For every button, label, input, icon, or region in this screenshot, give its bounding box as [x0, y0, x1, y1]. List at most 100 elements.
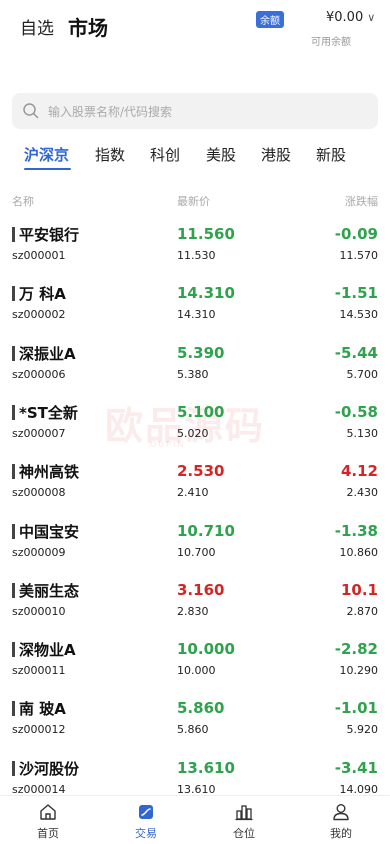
stock-prev-price: 2.410 — [177, 486, 209, 499]
stock-row[interactable]: 神州高铁 sz000008 2.530 2.410 4.12 2.430 — [0, 459, 390, 518]
stock-price: 10.000 — [177, 640, 235, 658]
stock-row[interactable]: 深物业A sz000011 10.000 10.000 -2.82 10.290 — [0, 637, 390, 696]
stock-high: 11.570 — [339, 249, 379, 262]
tabbar-home-label: 首页 — [37, 827, 59, 840]
tabbar-home[interactable]: 首页 — [18, 796, 78, 844]
stock-high: 10.290 — [339, 664, 379, 677]
stock-name: 深物业A — [19, 641, 76, 659]
stock-row[interactable]: 万 科A sz000002 14.310 14.310 -1.51 14.530 — [0, 281, 390, 340]
stock-code: sz000002 — [12, 308, 66, 321]
stock-prev-price: 11.530 — [177, 249, 216, 262]
stock-change: -1.01 — [334, 699, 378, 717]
stock-code: sz000010 — [12, 605, 66, 618]
search-placeholder: 输入股票名称/代码搜索 — [48, 105, 173, 119]
stock-change: -3.41 — [334, 759, 378, 777]
stock-code: sz000011 — [12, 664, 66, 677]
stock-name: 神州高铁 — [19, 463, 80, 481]
tab-new-stocks[interactable]: 新股 — [316, 144, 346, 165]
stock-prev-price: 10.000 — [177, 664, 216, 677]
row-marker — [12, 286, 15, 301]
stock-price: 10.710 — [177, 522, 235, 540]
stock-change: -5.44 — [334, 344, 378, 362]
stock-price: 5.100 — [177, 403, 225, 421]
stock-high: 5.920 — [346, 723, 379, 736]
stock-name: 南 玻A — [19, 700, 66, 718]
stock-price: 14.310 — [177, 284, 235, 302]
row-marker — [12, 227, 15, 242]
row-marker — [12, 346, 15, 361]
stock-high: 2.430 — [346, 486, 379, 499]
stock-name: *ST全新 — [19, 404, 78, 422]
stock-prev-price: 14.310 — [177, 308, 216, 321]
stock-prev-price: 5.020 — [177, 427, 209, 440]
balance-value: ¥0.00 — [326, 10, 364, 25]
stock-code: sz000001 — [12, 249, 66, 262]
tab-us-stocks[interactable]: 美股 — [206, 144, 236, 165]
stock-price: 13.610 — [177, 759, 235, 777]
stock-price: 5.390 — [177, 344, 225, 362]
trade-icon — [139, 805, 153, 819]
market-tabs: 沪深京 指数 科创 美股 港股 新股 — [0, 144, 390, 174]
stock-high: 14.530 — [339, 308, 379, 321]
stock-code: sz000009 — [12, 546, 66, 559]
tab-star-market[interactable]: 科创 — [150, 144, 180, 165]
tab-index[interactable]: 指数 — [95, 144, 125, 165]
stock-change: 4.12 — [340, 462, 378, 480]
tab-market[interactable]: 市场 — [68, 12, 108, 41]
tabbar-position[interactable]: 仓位 — [214, 796, 274, 844]
tabbar-profile[interactable]: 我的 — [311, 796, 371, 844]
stock-row[interactable]: 南 玻A sz000012 5.860 5.860 -1.01 5.920 — [0, 696, 390, 755]
row-marker — [12, 701, 15, 716]
stock-high: 10.860 — [339, 546, 379, 559]
active-tab-indicator — [24, 168, 71, 170]
stock-high: 5.130 — [346, 427, 379, 440]
balance-amount[interactable]: ¥0.00 ∨ — [326, 10, 375, 25]
tab-hushenjing[interactable]: 沪深京 — [24, 144, 69, 165]
stock-row[interactable]: 平安银行 sz000001 11.560 11.530 -0.09 11.570 — [0, 222, 390, 281]
stock-price: 2.530 — [177, 462, 225, 480]
search-icon — [23, 103, 39, 119]
row-marker — [12, 464, 15, 479]
chevron-down-icon: ∨ — [367, 11, 376, 24]
tabbar-trade[interactable]: 交易 — [116, 796, 176, 844]
stock-name: 美丽生态 — [19, 582, 80, 600]
stock-price: 3.160 — [177, 581, 225, 599]
search-input[interactable]: 输入股票名称/代码搜索 — [12, 93, 378, 129]
stock-name: 平安银行 — [19, 226, 80, 244]
row-marker — [12, 405, 15, 420]
stock-row[interactable]: *ST全新 sz000007 5.100 5.020 -0.58 5.130 — [0, 400, 390, 459]
stock-prev-price: 2.830 — [177, 605, 209, 618]
tab-hk-stocks[interactable]: 港股 — [261, 144, 291, 165]
column-header-change: 涨跌幅 — [345, 195, 378, 208]
stock-price: 5.860 — [177, 699, 225, 717]
position-icon — [235, 805, 253, 821]
top-header: 自选 市场 余额 ¥0.00 ∨ 可用余额 — [0, 0, 390, 80]
stock-code: sz000007 — [12, 427, 66, 440]
stock-change: -1.51 — [334, 284, 378, 302]
stock-change: 10.1 — [340, 581, 378, 599]
column-header-price: 最新价 — [177, 195, 210, 208]
profile-icon — [333, 804, 349, 821]
row-marker — [12, 524, 15, 539]
stock-name: 沙河股份 — [19, 760, 80, 778]
stock-row[interactable]: 深振业A sz000006 5.390 5.380 -5.44 5.700 — [0, 341, 390, 400]
balance-badge: 余额 — [256, 11, 284, 28]
stock-prev-price: 5.860 — [177, 723, 209, 736]
stock-row[interactable]: 美丽生态 sz000010 3.160 2.830 10.1 2.870 — [0, 578, 390, 637]
stock-high: 2.870 — [346, 605, 379, 618]
stock-name: 万 科A — [19, 285, 66, 303]
stock-prev-price: 5.380 — [177, 368, 209, 381]
tabbar-profile-label: 我的 — [330, 827, 352, 840]
stock-change: -2.82 — [334, 640, 378, 658]
row-marker — [12, 583, 15, 598]
home-icon — [40, 804, 56, 820]
stock-code: sz000006 — [12, 368, 66, 381]
tabbar-trade-label: 交易 — [135, 827, 157, 840]
tabbar-position-label: 仓位 — [233, 827, 255, 840]
bottom-tabbar: 首页 交易 仓位 我的 — [0, 795, 390, 844]
stock-name: 深振业A — [19, 345, 76, 363]
balance-caption: 可用余额 — [311, 37, 351, 48]
stock-row[interactable]: 中国宝安 sz000009 10.710 10.700 -1.38 10.860 — [0, 519, 390, 578]
tab-watchlist[interactable]: 自选 — [20, 14, 54, 39]
stock-change: -0.09 — [334, 225, 378, 243]
